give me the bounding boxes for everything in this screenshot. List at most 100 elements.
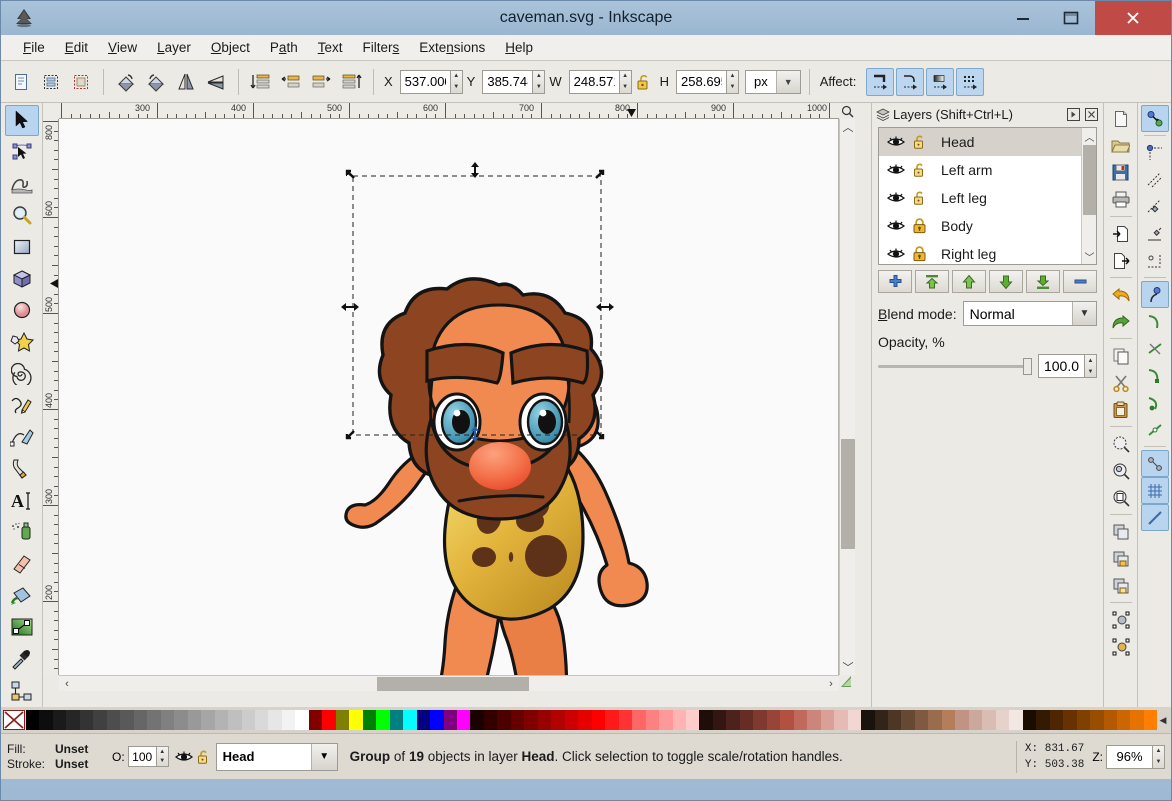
palette-swatch[interactable] (349, 710, 363, 730)
selection-handle-sw[interactable] (345, 427, 356, 440)
palette-swatch[interactable] (510, 710, 525, 730)
gradient-tool[interactable] (5, 612, 39, 643)
layer-locked-icon[interactable] (913, 218, 941, 234)
pencil-tool[interactable] (5, 390, 39, 421)
svg-page[interactable] (59, 119, 838, 675)
delete-layer-button[interactable] (1063, 270, 1097, 293)
palette-swatch[interactable] (807, 710, 821, 730)
snap-smooth-icon[interactable] (1141, 389, 1169, 416)
palette-swatch[interactable] (766, 710, 781, 730)
zoom-control[interactable]: Z: ▲▼ (1092, 744, 1165, 769)
layer-row-right-leg[interactable]: Right leg (879, 240, 1096, 264)
canvas-vertical-scrollbar[interactable]: ︿ ﹀ (839, 119, 855, 675)
snap-bbox-corner-icon[interactable] (1141, 193, 1169, 220)
palette-swatch[interactable] (982, 710, 996, 730)
vertical-ruler[interactable]: 800 600 500 400 300 200 (43, 119, 59, 675)
palette-swatch[interactable] (1063, 710, 1077, 730)
lower-to-bottom-icon[interactable] (247, 68, 275, 96)
select-all-in-all-layers-icon[interactable] (37, 68, 65, 96)
flip-vertical-icon[interactable] (202, 68, 230, 96)
palette-swatch[interactable] (753, 710, 767, 730)
object-properties-icon[interactable] (1107, 606, 1135, 633)
object-opacity-spin-arrows[interactable]: ▲ ▼ (155, 746, 169, 767)
maximize-button[interactable] (1047, 1, 1095, 35)
x-spinner[interactable]: ▲▼ (399, 69, 463, 94)
palette-swatch[interactable] (524, 710, 538, 730)
layer-row-left-leg[interactable]: Left leg (879, 184, 1096, 212)
w-spinner[interactable]: ▲▼ (568, 69, 632, 94)
palette-swatch[interactable] (497, 710, 511, 730)
palette-swatch[interactable] (39, 710, 53, 730)
palette-scroll-icon[interactable]: ◀ (1157, 710, 1169, 730)
selection-handle-s[interactable] (469, 426, 481, 442)
flip-horizontal-icon[interactable] (172, 68, 200, 96)
scroll-left-icon[interactable]: ‹ (59, 676, 75, 692)
zoom-selection-icon[interactable] (1107, 430, 1135, 457)
palette-swatch[interactable] (295, 710, 309, 730)
palette-swatch[interactable] (941, 710, 956, 730)
panel-close-icon[interactable] (1083, 106, 1099, 122)
y-input[interactable] (482, 69, 533, 94)
node-tool[interactable] (5, 137, 39, 168)
snap-cusp-icon[interactable] (1141, 362, 1169, 389)
chevron-down-icon[interactable]: ▼ (775, 70, 800, 93)
menu-file[interactable]: File (13, 38, 55, 57)
group-icon[interactable] (1107, 545, 1135, 572)
palette-swatch[interactable] (1049, 710, 1064, 730)
layers-list[interactable]: Head Left arm Left leg Body Right leg ︿ … (878, 127, 1097, 265)
palette-swatch[interactable] (928, 710, 942, 730)
vscroll-thumb[interactable] (841, 439, 855, 549)
deselect-icon[interactable] (67, 68, 95, 96)
selection-handle-w[interactable] (341, 301, 359, 313)
scissors-icon[interactable] (1107, 369, 1135, 396)
snap-guide-icon[interactable] (1140, 504, 1169, 531)
palette-swatch[interactable] (228, 710, 242, 730)
palette-swatch[interactable] (874, 710, 888, 730)
palette-swatch[interactable] (672, 710, 686, 730)
text-tool[interactable]: A (5, 485, 39, 516)
layer-visible-eye-icon[interactable] (174, 750, 193, 764)
bucket-tool[interactable] (5, 580, 39, 611)
palette-swatch[interactable] (1022, 710, 1037, 730)
palette-swatch[interactable] (1130, 710, 1144, 730)
palette-swatch[interactable] (537, 710, 552, 730)
opacity-input[interactable] (1038, 354, 1084, 378)
layer-unlocked-icon[interactable] (913, 190, 941, 206)
palette-swatch[interactable] (1009, 710, 1023, 730)
h-spin-arrows[interactable]: ▲ ▼ (726, 69, 740, 94)
palette-swatch[interactable] (712, 710, 727, 730)
dropper-tool[interactable] (5, 644, 39, 675)
raise-layer-button[interactable] (952, 270, 986, 293)
rectangle-tool[interactable] (5, 232, 39, 263)
layer-row-body[interactable]: Body (879, 212, 1096, 240)
layer-locked-icon[interactable] (913, 246, 941, 262)
palette-swatch[interactable] (1143, 710, 1157, 730)
selection-handle-se[interactable] (592, 427, 605, 440)
zoom-to-fit-icon[interactable] (839, 103, 855, 119)
snap-intersection-icon[interactable] (1141, 335, 1169, 362)
palette-swatch[interactable] (861, 710, 875, 730)
zoom-tool[interactable] (5, 200, 39, 231)
palette-swatch[interactable] (376, 710, 390, 730)
palette-swatch[interactable] (106, 710, 121, 730)
chevron-down-icon[interactable]: ▼ (1072, 302, 1096, 325)
palette-swatch[interactable] (26, 710, 40, 730)
menu-filters[interactable]: Filters (352, 38, 409, 57)
palette-swatch[interactable] (1076, 710, 1091, 730)
import-icon[interactable] (1107, 220, 1135, 247)
layer-visible-eye-icon[interactable] (887, 191, 913, 205)
fill-and-stroke-icon[interactable] (1107, 633, 1135, 660)
h-spinner[interactable]: ▲▼ (676, 69, 740, 94)
palette-swatch[interactable] (847, 710, 862, 730)
opacity-spinner[interactable]: ▲▼ (1038, 354, 1097, 378)
blend-mode-select[interactable]: Normal ▼ (962, 301, 1097, 326)
tweak-tool[interactable] (5, 168, 39, 199)
palette-swatch[interactable] (362, 710, 377, 730)
horizontal-ruler[interactable]: 300 400 500 600 700 800 900 1000 (59, 103, 839, 119)
lower-to-bottom-button[interactable] (1026, 270, 1060, 293)
palette-swatch[interactable] (457, 710, 471, 730)
snap-bbox-edge-icon[interactable] (1141, 166, 1169, 193)
palette-swatch[interactable] (403, 710, 417, 730)
menu-view[interactable]: View (98, 38, 147, 57)
zoom-page-icon[interactable] (1107, 484, 1135, 511)
